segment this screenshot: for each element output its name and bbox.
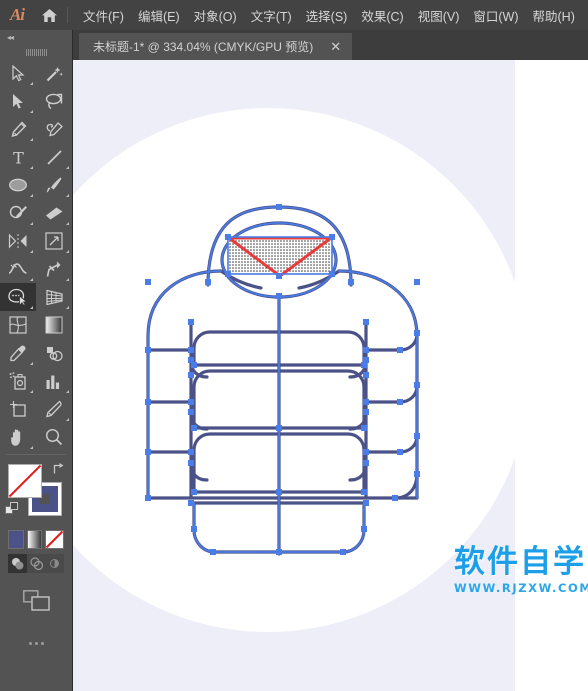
menu-divider: [67, 7, 68, 23]
tools-panel: ◂◂ T: [0, 30, 73, 691]
tool-flyout-indicator: [30, 138, 33, 141]
collapse-panel-button[interactable]: ◂◂: [0, 30, 72, 45]
tool-flyout-indicator: [30, 166, 33, 169]
none-slash-icon: [8, 464, 42, 498]
default-fill-stroke-icon[interactable]: [5, 502, 19, 521]
toolpanel-divider: [6, 454, 66, 455]
menu-select[interactable]: 选择(S): [299, 0, 355, 30]
type-tool[interactable]: T: [0, 143, 36, 171]
tool-flyout-indicator: [30, 362, 33, 365]
slice-tool[interactable]: [36, 395, 72, 423]
menu-object[interactable]: 对象(O): [187, 0, 244, 30]
color-mode-buttons: [0, 528, 72, 549]
gradient-tool[interactable]: [36, 311, 72, 339]
menu-effect[interactable]: 效果(C): [354, 0, 410, 30]
swap-fill-stroke-icon[interactable]: [52, 462, 65, 480]
menu-file[interactable]: 文件(F): [76, 0, 131, 30]
tool-flyout-indicator: [30, 110, 33, 113]
ai-logo: Ai: [9, 5, 25, 24]
direct-selection-tool[interactable]: [0, 87, 36, 115]
draw-normal-button[interactable]: [8, 554, 27, 573]
menu-view[interactable]: 视图(V): [411, 0, 467, 30]
symbol-sprayer-tool[interactable]: [0, 367, 36, 395]
menu-type[interactable]: 文字(T): [244, 0, 299, 30]
selection-bounding-box: [228, 237, 332, 274]
free-transform-tool[interactable]: [36, 255, 72, 283]
selection-tool[interactable]: [0, 59, 36, 87]
close-icon[interactable]: ✕: [327, 40, 344, 53]
tool-flyout-indicator: [66, 390, 69, 393]
illustrator-window: Ai 文件(F) 编辑(E) 对象(O) 文字(T) 选择(S) 效果(C) 视…: [0, 0, 588, 691]
width-tool[interactable]: [0, 255, 36, 283]
document-canvas[interactable]: 软件自学网 WWW.RJZXW.COM: [73, 60, 588, 691]
tool-flyout-indicator: [66, 306, 69, 309]
tool-flyout-indicator: [30, 278, 33, 281]
tool-flyout-indicator: [30, 194, 33, 197]
document-tab-bar: 未标题-1* @ 334.04% (CMYK/GPU 预览) ✕: [73, 30, 588, 60]
document-tab[interactable]: 未标题-1* @ 334.04% (CMYK/GPU 预览) ✕: [79, 33, 353, 60]
edit-toolbar-button[interactable]: [0, 631, 72, 655]
artboard-tool[interactable]: [0, 395, 36, 423]
color-button[interactable]: [8, 530, 24, 549]
perspective-grid-tool[interactable]: [36, 283, 72, 311]
tool-flyout-indicator: [66, 418, 69, 421]
curvature-tool[interactable]: [36, 115, 72, 143]
zoom-tool[interactable]: [36, 423, 72, 451]
gradient-button[interactable]: [26, 530, 42, 549]
pen-tool[interactable]: [0, 115, 36, 143]
document-tab-label: 未标题-1* @ 334.04% (CMYK/GPU 预览): [93, 40, 314, 54]
draw-behind-button[interactable]: [27, 554, 46, 573]
column-graph-tool[interactable]: [36, 367, 72, 395]
tool-flyout-indicator: [30, 306, 33, 309]
menu-window[interactable]: 窗口(W): [466, 0, 525, 30]
tool-flyout-indicator: [30, 250, 33, 253]
menu-edit[interactable]: 编辑(E): [131, 0, 187, 30]
home-icon[interactable]: [34, 0, 64, 30]
tool-flyout-indicator: [66, 194, 69, 197]
panel-drag-grip[interactable]: [0, 45, 72, 59]
tool-flyout-indicator: [66, 222, 69, 225]
selected-path-triangle[interactable]: [224, 236, 336, 278]
menu-help[interactable]: 帮助(H): [526, 0, 582, 30]
tool-flyout-indicator: [66, 278, 69, 281]
scale-tool[interactable]: [36, 227, 72, 255]
eraser-tool[interactable]: [36, 199, 72, 227]
fill-swatch[interactable]: [8, 464, 42, 498]
tool-flyout-indicator: [66, 166, 69, 169]
tool-flyout-indicator: [30, 390, 33, 393]
tool-grid: T: [0, 59, 72, 451]
rotate-tool[interactable]: [0, 227, 36, 255]
fill-stroke-controls: [0, 460, 72, 528]
paintbrush-tool[interactable]: [36, 171, 72, 199]
hand-tool[interactable]: [0, 423, 36, 451]
lasso-tool[interactable]: [36, 87, 72, 115]
artwork-layer: [73, 108, 530, 632]
draw-mode-buttons: [8, 554, 64, 573]
magic-wand-tool[interactable]: [36, 59, 72, 87]
mesh-tool[interactable]: [0, 311, 36, 339]
none-button[interactable]: [45, 530, 64, 549]
tool-flyout-indicator: [30, 222, 33, 225]
shaper-tool[interactable]: [0, 199, 36, 227]
menu-bar: Ai 文件(F) 编辑(E) 对象(O) 文字(T) 选择(S) 效果(C) 视…: [0, 0, 588, 30]
draw-inside-button[interactable]: [45, 554, 64, 573]
tool-flyout-indicator: [30, 82, 33, 85]
blend-tool[interactable]: [36, 339, 72, 367]
line-segment-tool[interactable]: [36, 143, 72, 171]
eyedropper-tool[interactable]: [0, 339, 36, 367]
tool-flyout-indicator: [30, 446, 33, 449]
tool-flyout-indicator: [66, 250, 69, 253]
svg-text:T: T: [13, 149, 24, 166]
shape-builder-tool[interactable]: [0, 283, 36, 311]
ellipse-tool[interactable]: [0, 171, 36, 199]
change-screen-mode-button[interactable]: [0, 583, 72, 617]
